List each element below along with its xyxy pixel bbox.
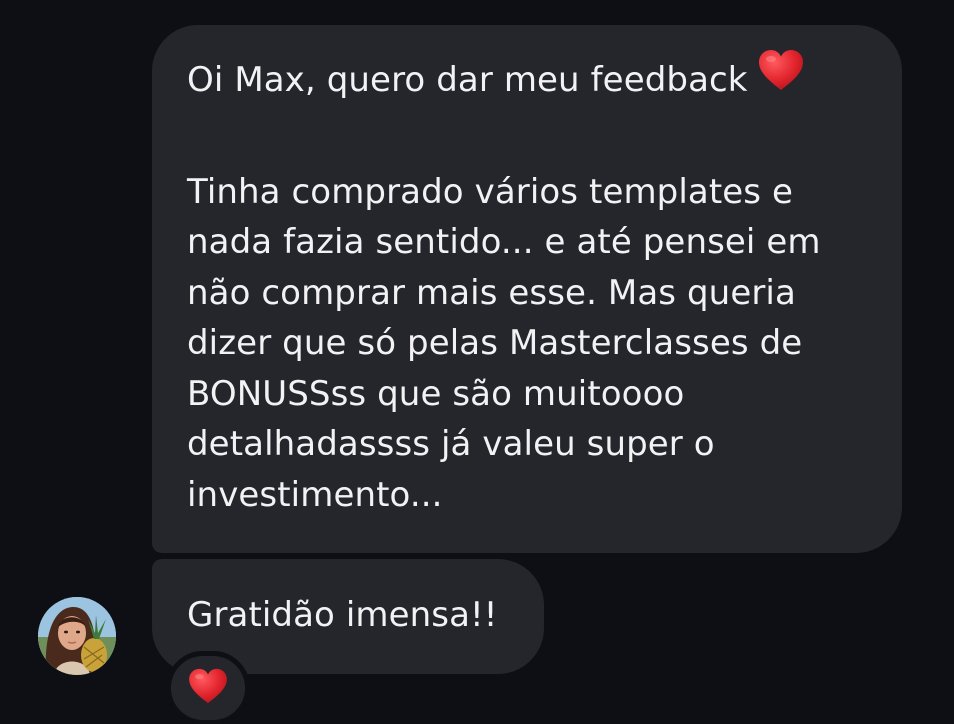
avatar[interactable] bbox=[38, 597, 116, 675]
message-line: Oi Max, quero dar meu feedback bbox=[187, 50, 868, 110]
heart-icon bbox=[758, 49, 804, 106]
message-text: Oi Max, quero dar meu feedback bbox=[187, 59, 748, 100]
message-line: Tinha comprado vários templates e bbox=[187, 171, 794, 212]
message-line: detalhadassss já valeu super o bbox=[187, 424, 715, 464]
message-line: dizer que só pelas Masterclasses de bbox=[187, 323, 803, 363]
message-bubble-feedback[interactable]: Oi Max, quero dar meu feedback Tinha com… bbox=[152, 25, 902, 553]
reaction-badge[interactable] bbox=[166, 651, 250, 724]
paragraph-break bbox=[187, 110, 868, 167]
heart-icon bbox=[188, 668, 228, 708]
message-thread: Oi Max, quero dar meu feedback Tinha com… bbox=[0, 0, 954, 724]
message-line: nada fazia sentido... e até pensei em bbox=[187, 222, 821, 262]
message-line: investimento... bbox=[187, 474, 443, 515]
message-line: não comprar mais esse. Mas queria bbox=[187, 272, 796, 313]
message-text: Gratidão imensa!! bbox=[187, 595, 498, 635]
message-line: BONUSSss que são muitoooo bbox=[187, 373, 685, 414]
